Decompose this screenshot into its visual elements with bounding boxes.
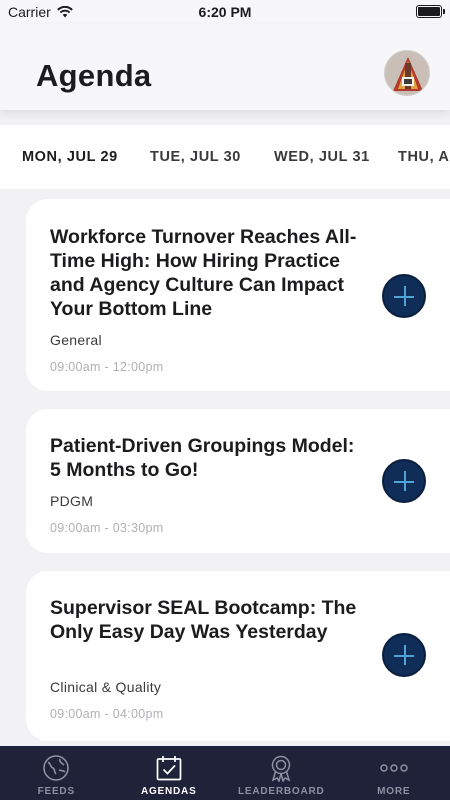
session-card[interactable]: Patient-Driven Groupings Model: 5 Months… (26, 409, 450, 553)
tab-more[interactable]: MORE (338, 746, 450, 800)
session-card[interactable]: Workforce Turnover Reaches All-Time High… (26, 199, 450, 391)
add-session-button[interactable] (382, 459, 426, 503)
session-category: PDGM (50, 493, 94, 509)
battery-icon (416, 5, 445, 18)
award-ribbon-icon (272, 755, 291, 782)
session-category: General (50, 332, 102, 348)
session-category: Clinical & Quality (50, 679, 162, 695)
date-tab-thu[interactable]: THU, AUG 1 (398, 149, 450, 165)
page-title: Agenda (36, 58, 152, 93)
tab-label: FEEDS (37, 786, 75, 797)
agenda-list[interactable]: Workforce Turnover Reaches All-Time High… (0, 197, 450, 745)
session-title: Patient-Driven Groupings Model: 5 Months… (50, 435, 355, 481)
session-time: 09:00am - 04:00pm (50, 707, 164, 721)
avatar[interactable] (384, 50, 430, 96)
tab-label: LEADERBOARD (237, 786, 325, 797)
date-tab-tue-jul-30[interactable]: TUE, JUL 30 (150, 149, 241, 165)
date-tab-mon-jul-29[interactable]: MON, JUL 29 (22, 149, 118, 165)
tab-feeds[interactable]: FEEDS (0, 746, 113, 800)
session-time: 09:00am - 12:00pm (50, 360, 164, 374)
add-session-button[interactable] (382, 633, 426, 677)
session-title: Workforce Turnover Reaches All-Time High… (50, 226, 357, 320)
session-card[interactable]: Supervisor SEAL Bootcamp: The Only Easy … (26, 571, 450, 741)
session-time: 09:00am - 03:30pm (50, 521, 164, 535)
calendar-check-icon (156, 756, 182, 781)
session-title: Supervisor SEAL Bootcamp: The Only Easy … (50, 597, 357, 643)
date-tab-wed-jul-31[interactable]: WED, JUL 31 (274, 149, 370, 165)
tab-label: AGENDAS (140, 786, 197, 797)
more-dots-icon (380, 764, 408, 772)
clock: 6:20 PM (198, 4, 252, 20)
tab-leaderboard[interactable]: LEADERBOARD (225, 746, 338, 800)
add-session-button[interactable] (382, 274, 426, 318)
avatar-image (385, 51, 429, 95)
globe-icon (43, 755, 70, 781)
tab-bar: FEEDS AGENDAS LEADERBOARD MORE (0, 746, 450, 800)
tab-label: MORE (377, 786, 411, 797)
header: Agenda (0, 24, 450, 110)
date-selector: MON, JUL 29 TUE, JUL 30 WED, JUL 31 THU,… (0, 125, 450, 189)
tab-agendas[interactable]: AGENDAS (113, 746, 226, 800)
status-bar: Carrier 6:20 PM (0, 0, 450, 24)
